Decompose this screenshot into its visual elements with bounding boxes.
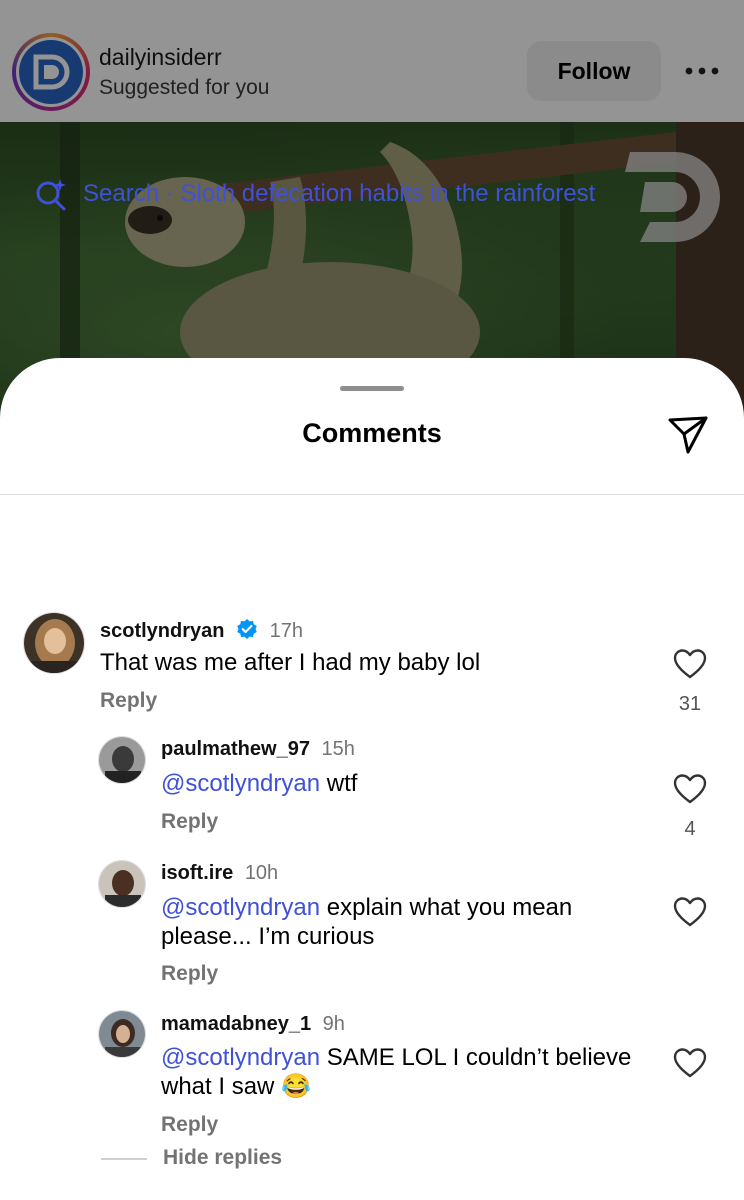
mention-link[interactable]: @scotlyndryan bbox=[161, 1044, 320, 1071]
reply-button[interactable]: Reply bbox=[161, 810, 218, 834]
sheet-title: Comments bbox=[302, 418, 442, 448]
reply-time: 15h bbox=[321, 738, 355, 760]
avatar[interactable] bbox=[98, 860, 146, 908]
reply-text: @scotlyndryan SAME LOL I couldn’t believ… bbox=[161, 1044, 632, 1100]
reply-username[interactable]: mamadabney_1 bbox=[161, 1013, 311, 1035]
avatar[interactable] bbox=[98, 736, 146, 784]
reply-time: 9h bbox=[322, 1013, 345, 1035]
like-count: 4 bbox=[684, 818, 696, 840]
heart-icon[interactable] bbox=[673, 896, 707, 928]
reply-time: 10h bbox=[244, 862, 279, 884]
hide-replies-line bbox=[101, 1158, 147, 1160]
reply-author[interactable]: isoft.ire 10h bbox=[161, 862, 278, 885]
reply-author[interactable]: mamadabney_1 9h bbox=[161, 1013, 345, 1036]
heart-icon[interactable] bbox=[673, 648, 707, 680]
avatar[interactable] bbox=[23, 612, 85, 674]
reply-text: @scotlyndryan wtf bbox=[161, 770, 358, 797]
like-count: 31 bbox=[678, 693, 702, 715]
search-suggestion[interactable]: Search · Sloth defecation habits in the … bbox=[34, 176, 595, 212]
mention-link[interactable]: @scotlyndryan bbox=[161, 894, 320, 921]
reply-username[interactable]: paulmathew_97 bbox=[161, 738, 310, 760]
mention-link[interactable]: @scotlyndryan bbox=[161, 770, 320, 797]
reply-button[interactable]: Reply bbox=[161, 962, 218, 986]
avatar[interactable] bbox=[98, 1010, 146, 1058]
heart-icon[interactable] bbox=[673, 1047, 707, 1079]
sheet-grabber-handle[interactable] bbox=[340, 386, 404, 391]
comment-text: That was me after I had my baby lol bbox=[100, 649, 481, 676]
comment-time: 17h bbox=[269, 620, 303, 642]
send-icon[interactable] bbox=[664, 410, 712, 458]
comment-author[interactable]: scotlyndryan 17h bbox=[100, 618, 303, 643]
verified-badge-icon bbox=[237, 619, 257, 639]
heart-icon[interactable] bbox=[673, 773, 707, 805]
hide-replies-button[interactable]: Hide replies bbox=[163, 1146, 282, 1170]
header-divider bbox=[0, 494, 744, 495]
reply-text: @scotlyndryan explain what you mean plea… bbox=[161, 894, 573, 950]
sparkle-search-icon bbox=[36, 179, 66, 211]
reply-username[interactable]: isoft.ire bbox=[161, 862, 233, 884]
reply-button[interactable]: Reply bbox=[161, 1113, 218, 1137]
reply-author[interactable]: paulmathew_97 15h bbox=[161, 738, 355, 761]
search-suggestion-text[interactable]: Search · Sloth defecation habits in the … bbox=[83, 180, 595, 208]
comment-username[interactable]: scotlyndryan bbox=[100, 620, 224, 642]
reply-button[interactable]: Reply bbox=[100, 689, 157, 713]
